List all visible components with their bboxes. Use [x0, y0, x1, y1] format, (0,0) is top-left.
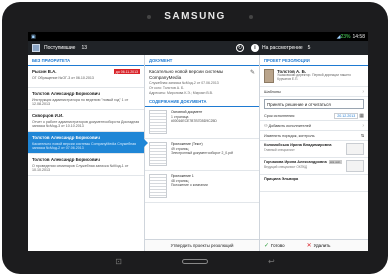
add-executors-row[interactable]: ⚇ Добавить исполнителей › [260, 121, 368, 131]
back-icon[interactable]: ↩ [268, 257, 275, 266]
content-section-title: Содержание документа [145, 96, 259, 108]
resolution-text-field[interactable]: Принять решение и отчитаться [264, 99, 364, 109]
document-title: Касательно новой версии системы CompanyM… [149, 69, 255, 80]
refresh-icon[interactable]: ↻ [236, 44, 244, 52]
list-section-title: Без приоритета [28, 55, 144, 66]
tablet-frame: SAMSUNG ▣ ◢ 23% 14:58 Поступившие 13 ↻ i… [2, 2, 388, 274]
sensor-dot [249, 15, 253, 19]
executor-item[interactable]: Коломойська Ирина Владимировна Главный с… [260, 141, 368, 158]
calendar-icon[interactable]: ▦ [359, 113, 364, 119]
done-button[interactable]: ✓ Готово [260, 242, 289, 249]
status-bar: ▣ ◢ 23% 14:58 [28, 32, 368, 41]
document-meta: Служебная записка №Мод-2 от 07.06.2013 О… [149, 81, 219, 95]
notification-icon: ▣ [31, 33, 36, 40]
list-item[interactable]: Толстов Александр Борисович О проведении… [28, 154, 144, 176]
list-item[interactable]: Толстов Александр Борисович Инструкция а… [28, 88, 144, 110]
templates-row[interactable]: Шаблоны › [260, 87, 368, 97]
add-people-icon: ⚇ [264, 124, 268, 128]
inbox-label: Поступившие [44, 45, 76, 51]
reorder-icon[interactable]: ⇅ [361, 133, 364, 138]
review-label: На рассмотрение [262, 45, 303, 51]
selection-arrow-icon [144, 139, 148, 147]
brand-logo: SAMSUNG [164, 11, 226, 22]
clock: 14:58 [352, 33, 365, 40]
attachment-item[interactable]: Основной документ 1 страница #00016ECE7B… [145, 107, 259, 140]
recent-apps-icon[interactable]: ⊡ [115, 257, 122, 266]
deadline-row[interactable]: Срок исполнения 20.12.2013 ▦ [260, 111, 368, 121]
close-icon: ✕ [306, 243, 312, 249]
home-button[interactable] [182, 259, 208, 264]
tab-review[interactable]: На рассмотрение 5 [262, 41, 310, 55]
chevron-right-icon: › [362, 88, 364, 95]
app-toolbar: Поступившие 13 ↻ i На рассмотрение 5 [28, 41, 368, 55]
chevron-right-icon: › [362, 122, 364, 129]
review-count: 5 [307, 45, 311, 51]
executor-photo [346, 160, 364, 172]
deadline-badge: до 06.11.2013 [113, 69, 140, 75]
approve-resolutions-button[interactable]: Утвердить проекты резолюций [145, 239, 259, 251]
edit-icon[interactable]: ✎ [250, 70, 255, 78]
resolution-author: Толстов А. Б. Ушаковский директор. Перво… [260, 66, 368, 87]
inbox-count: 13 [81, 45, 88, 51]
document-thumbnail [149, 174, 167, 199]
deadline-date[interactable]: 20.12.2013 [334, 112, 359, 119]
executor-item[interactable]: Горчакова Ирина Александровна отв. исп. В… [260, 158, 368, 175]
checkmark-icon: ✓ [264, 243, 270, 249]
document-list: Без приоритета Рысин В.А. ОГ Обращение №… [28, 55, 148, 251]
tab-inbox[interactable]: Поступившие 13 [28, 41, 145, 55]
change-order-row[interactable]: Изменить порядок, контроль ⇅ [260, 131, 368, 141]
executor-photo [346, 143, 364, 155]
document-thumbnail [149, 142, 167, 167]
app-logo-icon [32, 44, 40, 52]
resolution-actions: ✓ Готово ✕ Удалить [260, 239, 368, 251]
resolution-panel: Проект резолюции Толстов А. Б. Ушаковски… [260, 55, 368, 251]
info-icon[interactable]: i [251, 44, 259, 52]
executor-item[interactable]: Прицила Эльвира [260, 175, 368, 192]
resolution-section-title: Проект резолюции [260, 55, 368, 66]
list-item-selected[interactable]: Толстов Александр Борисович Касательно н… [28, 132, 148, 154]
battery-level: 23% [340, 33, 351, 40]
responsible-tag: отв. исп. [328, 160, 342, 164]
attachment-item[interactable]: Приложение 1 48 страниц Положение о комп… [145, 171, 259, 204]
document-section-title: Документ [145, 55, 259, 66]
screen: ▣ ◢ 23% 14:58 Поступившие 13 ↻ i На расс… [28, 32, 368, 251]
hardware-navbar: ⊡ ↩ [2, 257, 388, 266]
list-item[interactable]: Скворцов И.И. Отчет о работе администрат… [28, 110, 144, 132]
list-item[interactable]: Рысин В.А. ОГ Обращение №ОГ-3 от 06.10.2… [28, 66, 144, 88]
document-thumbnail [149, 110, 167, 135]
delete-button[interactable]: ✕ Удалить [303, 242, 335, 249]
avatar [264, 69, 275, 83]
document-detail: Документ Касательно новой версии системы… [145, 55, 260, 251]
attachment-item[interactable]: Приложение (Текст) 49 страниц Электронны… [145, 139, 259, 172]
